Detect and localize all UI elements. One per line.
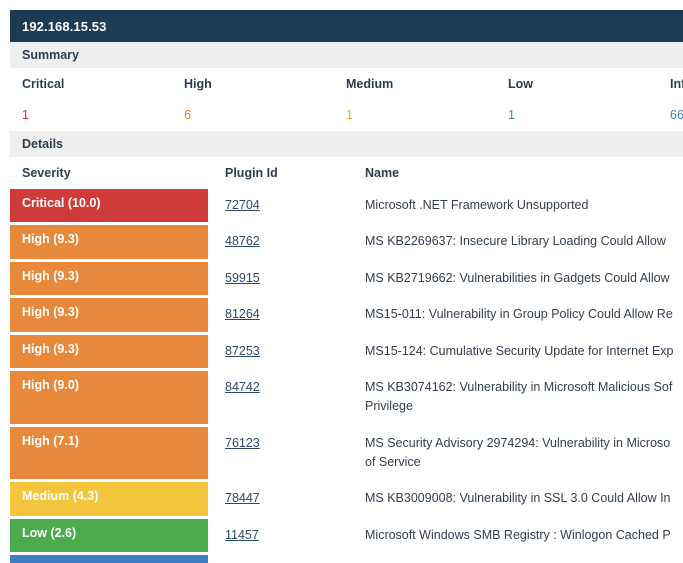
severity-badge: High (7.1) — [10, 426, 208, 480]
summary-section-label: Summary — [22, 48, 79, 62]
summary-count-critical: 1 — [10, 106, 172, 124]
summary-severity-label: Low — [508, 76, 533, 91]
vulnerability-name: Windows NetBIOS / SMB Remote Host Inform… — [358, 555, 683, 563]
details-section-header: Details — [10, 131, 683, 157]
severity-gutter — [208, 298, 218, 331]
plugin-id-link[interactable]: 11457 — [225, 528, 259, 542]
summary-count-high: 6 — [172, 106, 334, 124]
severity-gutter — [208, 519, 218, 552]
summary-severity-label: Info — [670, 76, 683, 91]
details-section-label: Details — [22, 137, 63, 151]
host-header-bar: 192.168.15.53 — [10, 10, 683, 42]
summary-label-high: High — [172, 75, 334, 93]
summary-label-row: Critical High Medium Low Info — [10, 68, 683, 99]
summary-severity-count: 1 — [22, 108, 29, 122]
plugin-id-cell: 59915 — [218, 262, 358, 295]
severity-gutter — [208, 427, 218, 480]
severity-gutter — [208, 371, 218, 424]
severity-gutter — [208, 555, 218, 563]
summary-section-header: Summary — [10, 42, 683, 68]
summary-severity-count: 66 — [670, 108, 683, 122]
summary-label-low: Low — [496, 75, 658, 93]
details-table-header-row: Severity Plugin Id Name — [10, 157, 683, 189]
plugin-id-link[interactable]: 84742 — [225, 380, 260, 394]
plugin-id-link[interactable]: 59915 — [225, 271, 260, 285]
plugin-id-cell: 78447 — [218, 482, 358, 515]
plugin-id-cell: 81264 — [218, 298, 358, 331]
vulnerability-name: MS KB2269637: Insecure Library Loading C… — [365, 234, 666, 249]
severity-badge: Critical (10.0) — [10, 189, 208, 223]
plugin-id-cell: 11457 — [218, 519, 358, 552]
summary-count-medium: 1 — [334, 106, 496, 124]
plugin-id-cell: 76123 — [218, 427, 358, 480]
summary-count-low: 1 — [496, 106, 658, 124]
severity-badge: High (9.3) — [10, 261, 208, 296]
vulnerability-name: MS15-011: Vulnerability in Group Policy … — [365, 307, 673, 322]
column-header-name: Name — [365, 166, 400, 180]
plugin-id-link[interactable]: 72704 — [225, 198, 260, 212]
table-row: High (9.3) 59915 MS KB2719662: Vulnerabili… — [10, 261, 683, 296]
severity-gutter — [208, 335, 218, 368]
severity-gutter — [208, 262, 218, 295]
severity-gutter — [208, 189, 218, 222]
plugin-id-link[interactable]: 78447 — [225, 491, 260, 505]
severity-badge: High (9.3) — [10, 225, 208, 259]
severity-gutter — [208, 482, 218, 515]
severity-badge: Low (2.6) — [10, 518, 208, 553]
summary-value-row: 1 6 1 1 66 — [10, 99, 683, 131]
table-row: High (9.3) 48762 MS KB2269637: Insecure Li… — [10, 225, 683, 259]
plugin-id-cell: 48762 — [218, 225, 358, 258]
details-table: Severity Plugin Id Name Critical (10.0) 7… — [10, 157, 683, 563]
severity-badge: Medium (4.3) — [10, 482, 208, 516]
host-ip-address: 192.168.15.53 — [22, 18, 107, 34]
vulnerability-scan-report: 192.168.15.53 Summary Critical High Medium… — [0, 0, 683, 563]
vulnerability-name: MS KB2719662: Vulnerabilities in Gadgets… — [365, 270, 670, 285]
table-row: Info 10150Windows NetBIOS / SMB Remote Ho… — [10, 555, 683, 563]
summary-severity-label: High — [184, 76, 212, 91]
table-row: High (9.3) 81264 MS15-011: Vulnerability i… — [10, 298, 683, 332]
summary-label-medium: Medium — [334, 75, 496, 93]
plugin-id-cell: 10150 — [218, 555, 358, 563]
summary-severity-count: 6 — [184, 108, 191, 122]
severity-badge: High (9.3) — [10, 298, 208, 332]
details-table-body: Critical (10.0) 72704 Microsoft .NET Frame… — [10, 189, 683, 563]
severity-badge: Info — [10, 555, 208, 563]
plugin-id-link[interactable]: 87253 — [225, 344, 260, 358]
summary-severity-count: 1 — [508, 108, 515, 122]
vulnerability-name: Microsoft .NET Framework Unsupported — [365, 198, 589, 212]
vulnerability-name: Microsoft Windows SMB Registry : Winlogo… — [365, 527, 671, 542]
table-row: High (9.0) 84742 MS KB3074162: Vulnerabili… — [10, 370, 683, 424]
summary-label-info: Info — [658, 75, 683, 93]
vulnerability-name: MS Security Advisory 2974294: Vulnerabil… — [365, 435, 671, 469]
summary-count-info: 66 — [658, 106, 683, 124]
summary-label-critical: Critical — [10, 75, 172, 93]
plugin-id-cell: 72704 — [218, 189, 358, 222]
plugin-id-link[interactable]: 48762 — [225, 234, 260, 248]
vulnerability-name: MS KB3009008: Vulnerability in SSL 3.0 C… — [365, 491, 671, 506]
summary-severity-label: Medium — [346, 76, 394, 91]
summary-severity-label: Critical — [22, 76, 65, 91]
table-row: Low (2.6) 11457 Microsoft Windows SMB Regi… — [10, 518, 683, 553]
table-row: Critical (10.0) 72704 Microsoft .NET Frame… — [10, 189, 683, 223]
plugin-id-cell: 87253 — [218, 335, 358, 368]
table-row: High (7.1) 76123 MS Security Advisory 2974… — [10, 426, 683, 480]
table-row: High (9.3) 87253 MS15-124: Cumulative Secu… — [10, 334, 683, 368]
summary-table: CriticalHighMediumLowInfo 161166 — [10, 68, 683, 131]
table-row: Medium (4.3) 78447 MS KB3009008: Vulnerabi… — [10, 482, 683, 516]
column-header-severity: Severity — [22, 166, 71, 180]
column-header-plugin-id: Plugin Id — [225, 166, 278, 180]
severity-badge: High (9.0) — [10, 370, 208, 424]
plugin-id-link[interactable]: 76123 — [225, 436, 260, 450]
summary-severity-count: 1 — [346, 108, 353, 122]
vulnerability-name: MS15-124: Cumulative Security Update for… — [365, 343, 674, 358]
vulnerability-name: MS KB3074162: Vulnerability in Microsoft… — [365, 379, 673, 414]
plugin-id-cell: 84742 — [218, 371, 358, 424]
severity-gutter — [208, 225, 218, 258]
severity-badge: High (9.3) — [10, 334, 208, 368]
plugin-id-link[interactable]: 81264 — [225, 307, 260, 321]
